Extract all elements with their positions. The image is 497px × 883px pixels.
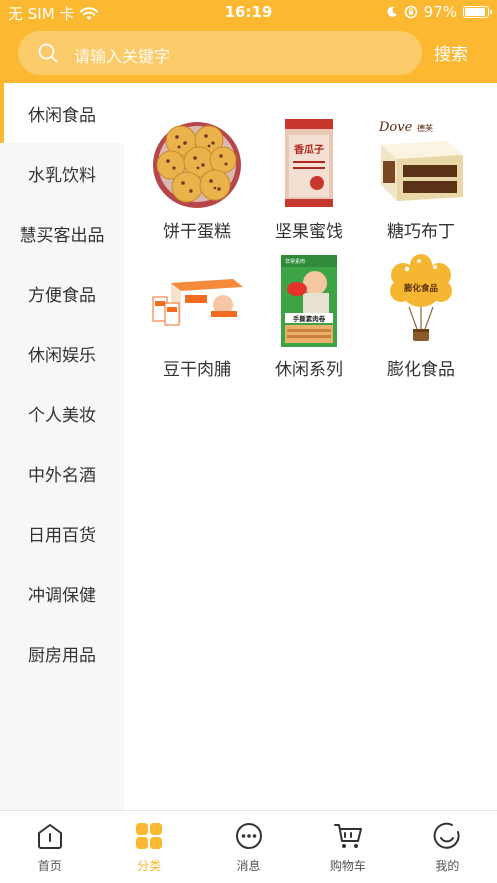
snack-box-image [152, 279, 243, 326]
sidebar-item-kitchen[interactable]: 厨房用品 [0, 623, 124, 683]
rotation-lock-icon [404, 5, 417, 19]
battery-percent: 97% [423, 3, 457, 21]
tab-bar: 首页 分类 消息 购物车 我的 [0, 810, 497, 883]
sidebar-item-beauty[interactable]: 个人美妆 [0, 383, 124, 443]
message-icon [235, 823, 262, 849]
chocolate-brand-text: Dove [378, 120, 413, 135]
tab-profile[interactable]: 我的 [398, 811, 497, 883]
tab-label: 购物车 [329, 859, 366, 873]
subcategory-puffed-food[interactable]: 膨化食品 膨化食品 [365, 253, 477, 380]
subcategory-biscuits-cakes[interactable]: 饼干蛋糕 [141, 115, 253, 242]
snack-pack-brand-text: 非常素肉 [285, 258, 305, 265]
moon-icon [387, 6, 397, 17]
sidebar-item-health[interactable]: 冲调保健 [0, 563, 124, 623]
chocolate-box-image: Dove 德芙 [378, 120, 463, 201]
category-sidebar: 休闲食品 水乳饮料 慧买客出品 方便食品 休闲娱乐 个人美妆 中外名酒 日用百货… [0, 83, 124, 810]
sidebar-item-label: 水乳饮料 [28, 165, 96, 186]
sidebar-item-label: 方便食品 [28, 285, 96, 306]
sidebar-item-label: 慧买客出品 [19, 225, 105, 246]
puffed-balloon-image: 膨化食品 [390, 254, 452, 341]
subcategory-label: 糖巧布丁 [387, 222, 455, 242]
sidebar-item-daily-goods[interactable]: 日用百货 [0, 503, 124, 563]
tab-messages[interactable]: 消息 [199, 811, 298, 883]
status-bar: 无 SIM 卡 16:19 97% [0, 0, 497, 26]
subcategory-label: 豆干肉脯 [163, 360, 231, 380]
cart-icon [333, 824, 362, 848]
chocolate-sub-text: 德芙 [417, 123, 433, 133]
battery-icon [463, 6, 492, 18]
home-icon [37, 824, 62, 849]
category-content: 饼干蛋糕 香瓜子 坚果蜜饯 Dove 德芙 糖巧布丁 豆干肉脯 非常素肉 手撕素… [124, 83, 497, 810]
cookie-plate-image [153, 122, 241, 208]
sidebar-item-snacks[interactable]: 休闲食品 [0, 83, 124, 143]
sidebar-item-label: 休闲娱乐 [28, 345, 96, 366]
category-icon [136, 823, 163, 849]
seed-bag-image: 香瓜子 [285, 119, 333, 207]
tab-home[interactable]: 首页 [0, 811, 99, 883]
sidebar-item-label: 厨房用品 [28, 645, 96, 666]
sidebar-item-label: 个人美妆 [28, 405, 96, 426]
seed-bag-text: 香瓜子 [294, 143, 324, 156]
tab-label: 分类 [137, 859, 162, 873]
subcategory-leisure-series[interactable]: 非常素肉 手撕素肉卷 休闲系列 [253, 253, 365, 380]
tab-category[interactable]: 分类 [99, 811, 198, 883]
subcategory-label: 饼干蛋糕 [163, 222, 231, 242]
search-button[interactable]: 搜索 [434, 40, 468, 65]
subcategory-candy-chocolate[interactable]: Dove 德芙 糖巧布丁 [365, 115, 477, 242]
sidebar-item-label: 日用百货 [28, 525, 96, 546]
search-icon [38, 43, 58, 63]
subcategory-label: 膨化食品 [387, 360, 455, 380]
profile-icon [433, 822, 460, 849]
subcategory-tofu-jerky[interactable]: 豆干肉脯 [141, 253, 253, 380]
sidebar-item-drinks[interactable]: 水乳饮料 [0, 143, 124, 203]
sidebar-item-label: 休闲食品 [28, 105, 96, 126]
subcategory-nuts-preserves[interactable]: 香瓜子 坚果蜜饯 [253, 115, 365, 242]
sidebar-item-label: 中外名酒 [28, 465, 96, 486]
tab-cart[interactable]: 购物车 [298, 811, 397, 883]
subcategory-grid: 饼干蛋糕 香瓜子 坚果蜜饯 Dove 德芙 糖巧布丁 豆干肉脯 非常素肉 手撕素… [141, 115, 481, 380]
header: 无 SIM 卡 16:19 97% 请输入关键字 搜索 [0, 0, 497, 83]
tab-label: 消息 [236, 859, 261, 873]
battery-fill [465, 8, 485, 16]
tab-label: 我的 [435, 859, 460, 873]
subcategory-label: 休闲系列 [275, 360, 343, 380]
status-right: 97% [386, 3, 492, 21]
sidebar-item-leisure[interactable]: 休闲娱乐 [0, 323, 124, 383]
sidebar-item-house-brand[interactable]: 慧买客出品 [0, 203, 124, 263]
sidebar-item-label: 冲调保健 [28, 585, 96, 606]
snack-pack-image: 非常素肉 手撕素肉卷 [281, 255, 337, 347]
tab-label: 首页 [37, 859, 62, 873]
snack-pack-title-text: 手撕素肉卷 [293, 314, 326, 323]
subcategory-label: 坚果蜜饯 [275, 222, 343, 242]
search-input[interactable]: 请输入关键字 [18, 31, 422, 75]
sidebar-item-instant-food[interactable]: 方便食品 [0, 263, 124, 323]
puffed-balloon-text: 膨化食品 [403, 283, 439, 294]
sidebar-item-liquor[interactable]: 中外名酒 [0, 443, 124, 503]
search-placeholder: 请输入关键字 [74, 47, 171, 66]
